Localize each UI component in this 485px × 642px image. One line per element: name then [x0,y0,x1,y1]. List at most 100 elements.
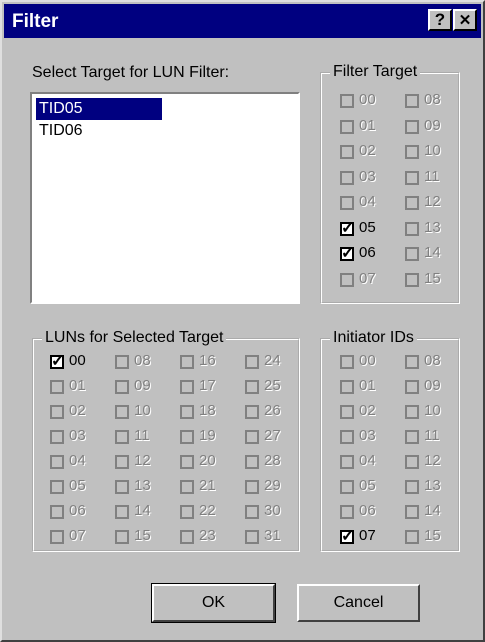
checkbox-luns-27[interactable] [245,430,259,444]
checkbox-label: 04 [359,193,376,210]
checkbox-filter-target-00[interactable] [340,94,354,108]
checkbox-initiator-ids-03[interactable] [340,430,354,444]
checkbox-label: 05 [69,477,86,494]
checkbox-luns-05[interactable] [50,480,64,494]
checkbox-luns-26[interactable] [245,405,259,419]
checkbox-initiator-ids-07[interactable]: ✓ [340,528,354,545]
checkbox-label: 05 [359,477,376,494]
checkbox-filter-target-01[interactable] [340,119,354,134]
checkbox-filter-target-15[interactable] [405,272,419,287]
checkbox-filter-target-11[interactable] [405,170,419,185]
checkbox-luns-16[interactable] [180,355,194,369]
checkbox-filter-target-14[interactable] [405,247,419,261]
checkbox-luns-22[interactable] [180,505,194,519]
checkbox-label: 05 [359,218,376,236]
checkbox-luns-21[interactable] [180,480,194,494]
checkbox-luns-14[interactable] [115,505,129,519]
checkbox-label: 10 [424,402,441,419]
checkbox-filter-target-06[interactable]: ✓ [340,245,354,262]
checkbox-initiator-ids-09[interactable] [405,380,419,394]
checkbox-label: 14 [424,244,441,261]
checkbox-luns-29[interactable] [245,480,259,494]
checkbox-filter-target-08[interactable] [405,94,419,108]
close-button[interactable]: ✕ [453,9,477,31]
checkbox-label: 17 [199,377,216,394]
list-item[interactable]: TID06 [36,120,86,142]
checkbox-luns-23[interactable] [180,530,194,544]
checkbox-label: 04 [359,452,376,469]
list-item[interactable]: TID05 [36,98,162,120]
checkbox-filter-target-09[interactable] [405,119,419,134]
checkbox-initiator-ids-12[interactable] [405,455,419,469]
filter-target-label: Filter Target [330,63,421,81]
checkbox-luns-31[interactable] [245,530,259,544]
checkbox-label: 13 [424,218,441,236]
checkbox-luns-08[interactable] [115,355,129,369]
checkbox-luns-25[interactable] [245,380,259,394]
window-title: Filter [12,11,59,32]
checkbox-initiator-ids-05[interactable] [340,480,354,494]
checkbox-label: 01 [359,116,376,134]
checkbox-label: 03 [359,427,376,444]
checkbox-luns-12[interactable] [115,455,129,469]
checkbox-filter-target-02[interactable] [340,145,354,159]
checkbox-label: 03 [69,427,86,444]
checkbox-label: 07 [359,269,376,287]
checkbox-initiator-ids-11[interactable] [405,430,419,444]
checkbox-filter-target-10[interactable] [405,145,419,159]
help-button[interactable]: ? [428,9,452,31]
checkbox-initiator-ids-00[interactable] [340,355,354,369]
checkbox-initiator-ids-08[interactable] [405,355,419,369]
checkbox-initiator-ids-14[interactable] [405,505,419,519]
checkbox-initiator-ids-13[interactable] [405,480,419,494]
checkbox-luns-07[interactable] [50,530,64,544]
checkbox-label: 01 [359,377,376,394]
checkbox-luns-00[interactable]: ✓ [50,353,64,370]
checkbox-initiator-ids-06[interactable] [340,505,354,519]
checkbox-luns-18[interactable] [180,405,194,419]
checkbox-initiator-ids-01[interactable] [340,380,354,394]
checkbox-filter-target-07[interactable] [340,272,354,287]
checkbox-label: 04 [69,452,86,469]
checkbox-luns-11[interactable] [115,430,129,444]
checkbox-luns-17[interactable] [180,380,194,394]
checkbox-luns-09[interactable] [115,380,129,394]
checkbox-luns-06[interactable] [50,505,64,519]
checkbox-label: 09 [424,116,441,134]
checkbox-label: 09 [424,377,441,394]
cancel-button[interactable]: Cancel [297,584,420,622]
ok-button[interactable]: OK [151,583,276,623]
checkbox-luns-13[interactable] [115,480,129,494]
checkbox-luns-04[interactable] [50,455,64,469]
checkbox-label: 14 [134,502,151,519]
target-listbox[interactable]: TID05 TID06 [30,92,300,304]
checkbox-filter-target-05[interactable]: ✓ [340,220,354,237]
checkbox-luns-02[interactable] [50,405,64,419]
checkbox-label: 08 [424,91,441,108]
checkbox-luns-30[interactable] [245,505,259,519]
checkbox-luns-20[interactable] [180,455,194,469]
checkbox-label: 15 [424,269,441,287]
checkbox-label: 08 [134,352,151,369]
checkbox-luns-10[interactable] [115,405,129,419]
checkbox-luns-01[interactable] [50,380,64,394]
luns-label: LUNs for Selected Target [42,329,227,347]
checkbox-luns-28[interactable] [245,455,259,469]
checkbox-label: 31 [264,527,281,544]
checkbox-luns-24[interactable] [245,355,259,369]
checkbox-label: 12 [424,452,441,469]
checkbox-label: 00 [69,352,86,369]
checkbox-initiator-ids-15[interactable] [405,530,419,544]
checkbox-filter-target-04[interactable] [340,196,354,210]
checkbox-initiator-ids-04[interactable] [340,455,354,469]
checkbox-label: 10 [134,402,151,419]
checkbox-luns-03[interactable] [50,430,64,444]
checkbox-label: 23 [199,527,216,544]
checkbox-initiator-ids-02[interactable] [340,405,354,419]
checkbox-filter-target-03[interactable] [340,170,354,185]
checkbox-luns-15[interactable] [115,530,129,544]
checkbox-filter-target-13[interactable] [405,221,419,236]
checkbox-initiator-ids-10[interactable] [405,405,419,419]
checkbox-luns-19[interactable] [180,430,194,444]
checkbox-filter-target-12[interactable] [405,196,419,210]
